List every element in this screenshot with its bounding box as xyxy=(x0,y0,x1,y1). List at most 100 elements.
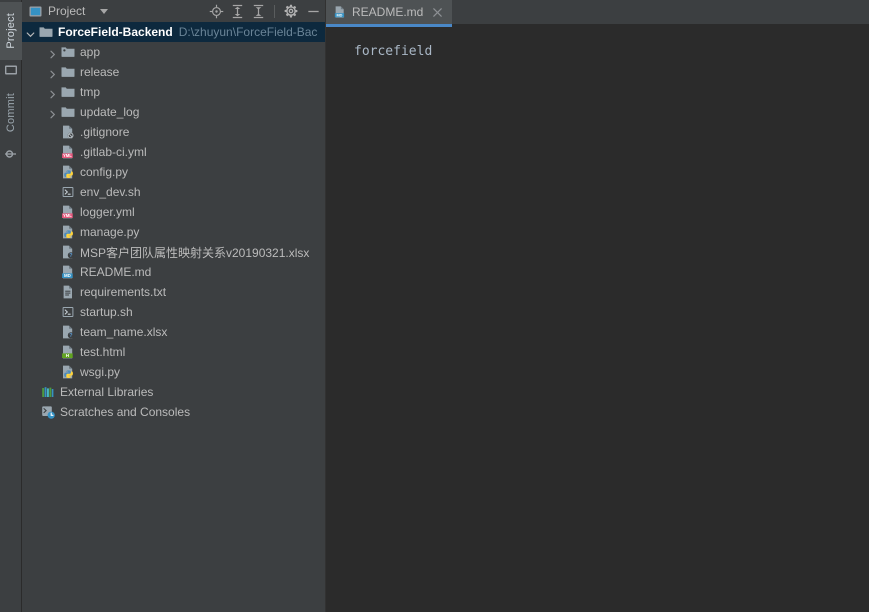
tree-label: update_log xyxy=(80,105,140,119)
tree-row-app[interactable]: app xyxy=(22,42,325,62)
folder-icon xyxy=(60,64,76,80)
svg-text:MD: MD xyxy=(336,13,342,17)
tree-label: wsgi.py xyxy=(80,365,121,379)
tree-row-env-dev-sh[interactable]: env_dev.sh xyxy=(22,182,325,202)
tree-row-update-log[interactable]: update_log xyxy=(22,102,325,122)
tree-label: .gitlab-ci.yml xyxy=(80,145,147,159)
tree-row-release[interactable]: release xyxy=(22,62,325,82)
svg-text:YML: YML xyxy=(63,153,72,158)
commit-stripe-icon xyxy=(3,146,19,162)
tree-row-readme-md[interactable]: MD README.md xyxy=(22,262,325,282)
editor-area: MD README.md forcefield xyxy=(326,0,869,612)
libraries-icon xyxy=(40,384,56,400)
toolbar-separator xyxy=(274,4,275,18)
tree-row-manage-py[interactable]: manage.py xyxy=(22,222,325,242)
tree-row-external-libraries[interactable]: External Libraries xyxy=(22,382,325,402)
yml-file-icon: YML xyxy=(60,204,76,220)
stripe-label-commit: Commit xyxy=(5,93,17,133)
chevron-collapsed-icon[interactable] xyxy=(48,68,57,78)
scratches-icon xyxy=(40,404,56,420)
stripe-button-commit[interactable]: Commit xyxy=(0,84,22,142)
tree-label: team_name.xlsx xyxy=(80,325,168,339)
collapse-all-button[interactable] xyxy=(248,0,269,22)
tree-label: logger.yml xyxy=(80,205,135,219)
unknown-file-icon: ? xyxy=(60,324,76,340)
svg-text:MD: MD xyxy=(64,273,71,278)
tree-label: startup.sh xyxy=(80,305,133,319)
tree-label: External Libraries xyxy=(60,385,154,399)
tree-label: .gitignore xyxy=(80,125,130,139)
tree-label: release xyxy=(80,65,120,79)
chevron-collapsed-icon[interactable] xyxy=(48,88,57,98)
svg-text:?: ? xyxy=(69,333,72,339)
settings-button[interactable] xyxy=(280,0,301,22)
tree-label: tmp xyxy=(80,85,101,99)
tree-row-gitlab-ci-yml[interactable]: YML .gitlab-ci.yml xyxy=(22,142,325,162)
chevron-collapsed-icon[interactable] xyxy=(48,108,57,118)
editor-tab-bar: MD README.md xyxy=(326,0,869,27)
ide-window: Project Commit Project ForceField-Backen… xyxy=(0,0,869,612)
tool-window-stripe-left: Project Commit xyxy=(0,0,22,612)
tree-label: Scratches and Consoles xyxy=(60,405,191,419)
tree-label: ForceField-Backend xyxy=(58,25,173,39)
project-panel-toolbar xyxy=(206,0,325,22)
tree-label: app xyxy=(80,45,101,59)
text-file-icon xyxy=(60,284,76,300)
tree-row-scratches-and-consoles[interactable]: Scratches and Consoles xyxy=(22,402,325,422)
python-file-icon xyxy=(60,224,76,240)
folder-module-icon xyxy=(38,24,54,40)
tree-row-root[interactable]: ForceField-Backend D:\zhuyun\ForceField-… xyxy=(22,22,325,42)
tree-row-path: D:\zhuyun\ForceField-Bac xyxy=(178,25,318,39)
svg-text:YML: YML xyxy=(63,213,72,218)
python-file-icon xyxy=(60,164,76,180)
tree-row-startup-sh[interactable]: startup.sh xyxy=(22,302,325,322)
chevron-down-icon[interactable] xyxy=(100,8,109,14)
project-title-group[interactable]: Project xyxy=(22,4,109,18)
editor-tab-readme[interactable]: MD README.md xyxy=(326,0,452,24)
tree-row-tmp[interactable]: tmp xyxy=(22,82,325,102)
project-stripe-icon xyxy=(3,62,19,78)
project-tool-window: Project ForceField-Backend D:\zhuyun\For… xyxy=(22,0,326,612)
tree-label: test.html xyxy=(80,345,126,359)
unknown-file-icon: ? xyxy=(60,244,76,260)
hide-panel-button[interactable] xyxy=(301,0,325,22)
folder-icon xyxy=(60,104,76,120)
tree-row-team-name-xlsx[interactable]: ? team_name.xlsx xyxy=(22,322,325,342)
folder-source-icon xyxy=(60,44,76,60)
tree-label: manage.py xyxy=(80,225,140,239)
shell-file-icon xyxy=(60,304,76,320)
markdown-file-icon: MD xyxy=(60,264,76,280)
editor-tab-label: README.md xyxy=(352,5,424,19)
project-icon xyxy=(29,5,42,18)
tree-label: README.md xyxy=(80,265,152,279)
project-panel-title: Project xyxy=(48,4,86,18)
tree-row-config-py[interactable]: config.py xyxy=(22,162,325,182)
tree-label: MSP客户团队属性映射关系v20190321.xlsx xyxy=(80,245,310,260)
html-file-icon: H xyxy=(60,344,76,360)
tree-row-wsgi-py[interactable]: wsgi.py xyxy=(22,362,325,382)
tree-label: config.py xyxy=(80,165,129,179)
shell-file-icon xyxy=(60,184,76,200)
chevron-collapsed-icon[interactable] xyxy=(48,48,57,58)
tree-row-requirements-txt[interactable]: requirements.txt xyxy=(22,282,325,302)
tree-label: requirements.txt xyxy=(80,285,167,299)
tree-row-test-html[interactable]: H test.html xyxy=(22,342,325,362)
tree-row-logger-yml[interactable]: YML logger.yml xyxy=(22,202,325,222)
tree-label: env_dev.sh xyxy=(80,185,141,199)
stripe-button-project[interactable]: Project xyxy=(0,2,22,60)
folder-icon xyxy=(60,84,76,100)
editor-content[interactable]: forcefield xyxy=(326,27,869,612)
yml-file-icon: YML xyxy=(60,144,76,160)
expand-all-button[interactable] xyxy=(227,0,248,22)
markdown-file-icon: MD xyxy=(333,5,347,19)
tree-row-gitignore[interactable]: .gitignore xyxy=(22,122,325,142)
close-icon[interactable] xyxy=(432,7,443,18)
python-file-icon xyxy=(60,364,76,380)
tree-row-msp-xlsx[interactable]: ? MSP客户团队属性映射关系v20190321.xlsx xyxy=(22,242,325,262)
gitignore-file-icon xyxy=(60,124,76,140)
locate-file-button[interactable] xyxy=(206,0,227,22)
editor-text-line: forcefield xyxy=(354,44,433,59)
project-tree[interactable]: ForceField-Backend D:\zhuyun\ForceField-… xyxy=(22,22,325,612)
chevron-expanded-icon[interactable] xyxy=(26,28,35,37)
svg-text:?: ? xyxy=(69,253,72,259)
